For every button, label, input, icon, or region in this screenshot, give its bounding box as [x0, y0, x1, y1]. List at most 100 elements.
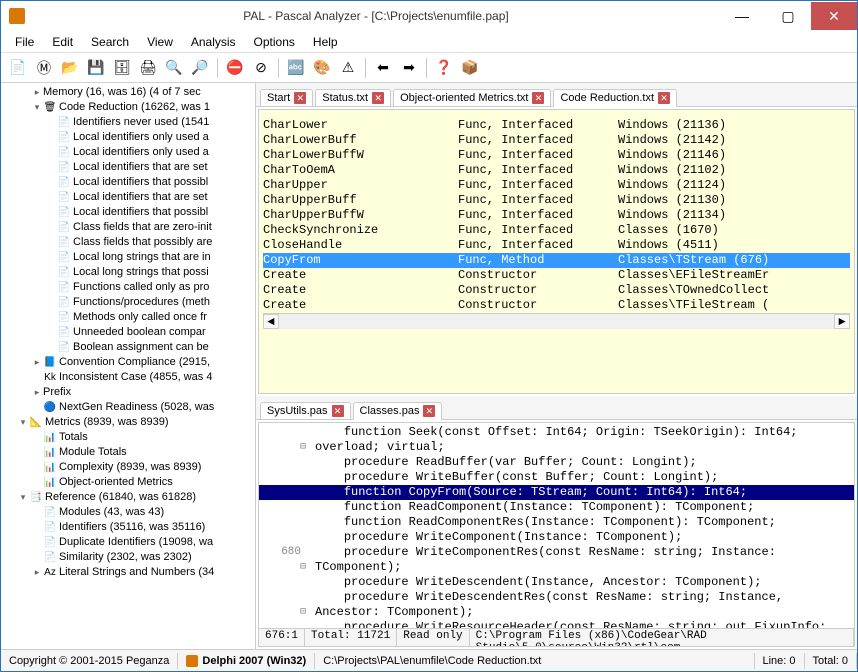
report-row[interactable]: CharUpperBuffWFunc, InterfacedWindows (2… [263, 208, 850, 223]
report-row[interactable]: CloseHandleFunc, InterfacedWindows (4511… [263, 238, 850, 253]
save2-icon[interactable]: 🗄 [111, 57, 133, 79]
report-row[interactable]: CharUpperFunc, InterfacedWindows (21124) [263, 178, 850, 193]
code-pane[interactable]: function Seek(const Offset: Int64; Origi… [258, 422, 855, 647]
tree-item[interactable]: 📄Local identifiers only used a [3, 130, 253, 145]
menu-options[interactable]: Options [246, 33, 303, 51]
report-row[interactable]: CharToOemAFunc, InterfacedWindows (21102… [263, 163, 850, 178]
help-icon[interactable]: ❓ [433, 57, 455, 79]
report-row[interactable]: CharLowerBuffFunc, InterfacedWindows (21… [263, 133, 850, 148]
menu-view[interactable]: View [139, 33, 181, 51]
report-row[interactable]: CreateConstructorClasses\EFileStreamEr [263, 268, 850, 283]
expander-icon[interactable]: ▾ [17, 490, 29, 505]
tab-sysutils-pas[interactable]: SysUtils.pas✕ [260, 402, 351, 419]
forward-icon[interactable]: ➡ [398, 57, 420, 79]
print-icon[interactable]: 🖨 [137, 57, 159, 79]
report-row[interactable]: CheckSynchronizeFunc, InterfacedClasses … [263, 223, 850, 238]
tree-item[interactable]: 📄Local long strings that are in [3, 250, 253, 265]
menu-edit[interactable]: Edit [44, 33, 81, 51]
menu-analysis[interactable]: Analysis [183, 33, 244, 51]
open-icon[interactable]: 📂 [59, 57, 81, 79]
report-row[interactable]: CharLowerFunc, InterfacedWindows (21136) [263, 118, 850, 133]
tree-item[interactable]: 📊Totals [3, 430, 253, 445]
code-line[interactable]: procedure WriteDescendent(Instance, Ance… [259, 575, 854, 590]
tree-item[interactable]: 📄Class fields that possibly are [3, 235, 253, 250]
find-icon[interactable]: 🔍 [163, 57, 185, 79]
tab-close-icon[interactable]: ✕ [532, 92, 544, 104]
menu-help[interactable]: Help [305, 33, 346, 51]
tree-item[interactable]: 📄Methods only called once fr [3, 310, 253, 325]
warn-icon[interactable]: ⚠ [337, 57, 359, 79]
code-line[interactable]: procedure WriteResourceHeader(const ResN… [259, 620, 854, 628]
code-line[interactable]: procedure ReadBuffer(var Buffer; Count: … [259, 455, 854, 470]
code-line[interactable]: function ReadComponentRes(Instance: TCom… [259, 515, 854, 530]
tree-item[interactable]: 📄Identifiers never used (1541 [3, 115, 253, 130]
tree-item[interactable]: 📄Duplicate Identifiers (19098, wa [3, 535, 253, 550]
palette-icon[interactable]: 🎨 [311, 57, 333, 79]
tab-close-icon[interactable]: ✕ [372, 92, 384, 104]
menu-file[interactable]: File [7, 33, 42, 51]
tree-panel[interactable]: ▸Memory (16, was 16) (4 of 7 sec▾🗑Code R… [1, 83, 256, 649]
tree-item[interactable]: 📄Unneeded boolean compar [3, 325, 253, 340]
report-row[interactable]: CharLowerBuffWFunc, InterfacedWindows (2… [263, 148, 850, 163]
fold-icon[interactable]: ⊟ [297, 560, 309, 575]
tree-item[interactable]: 🔵NextGen Readiness (5028, was [3, 400, 253, 415]
expander-icon[interactable]: ▾ [17, 415, 29, 430]
code-line[interactable]: ⊟overload; virtual; [259, 440, 854, 455]
tree-item[interactable]: 📄Local identifiers that are set [3, 160, 253, 175]
code-line[interactable]: ⊟Ancestor: TComponent); [259, 605, 854, 620]
tree-item[interactable]: 📊Module Totals [3, 445, 253, 460]
find2-icon[interactable]: 🔎 [189, 57, 211, 79]
code-line[interactable]: function Seek(const Offset: Int64; Origi… [259, 425, 854, 440]
toggle-icon[interactable]: 🔤 [285, 57, 307, 79]
stop2-icon[interactable]: ⊘ [250, 57, 272, 79]
save-icon[interactable]: 💾 [85, 57, 107, 79]
tree-item[interactable]: 📄Local identifiers that possibl [3, 205, 253, 220]
code-line[interactable]: function CopyFrom(Source: TStream; Count… [259, 485, 854, 500]
menu-search[interactable]: Search [83, 33, 137, 51]
open-m-icon[interactable]: Ⓜ [33, 57, 55, 79]
tree-item[interactable]: 📄Local long strings that possi [3, 265, 253, 280]
tab-status-txt[interactable]: Status.txt✕ [315, 89, 391, 106]
tree-item[interactable]: ▾📐Metrics (8939, was 8939) [3, 415, 253, 430]
tree-item[interactable]: 📄Local identifiers that are set [3, 190, 253, 205]
fold-icon[interactable]: ⊟ [297, 440, 309, 455]
tree-item[interactable]: 📄Local identifiers that possibl [3, 175, 253, 190]
scroll-left-icon[interactable]: ◄ [263, 314, 279, 329]
report-row[interactable]: CopyFromFunc, MethodClasses\TStream (676… [263, 253, 850, 268]
fold-icon[interactable]: ⊟ [297, 605, 309, 620]
close-button[interactable]: ✕ [811, 2, 857, 30]
code-line[interactable]: procedure WriteDescendentRes(const ResNa… [259, 590, 854, 605]
tab-close-icon[interactable]: ✕ [294, 92, 306, 104]
tree-item[interactable]: 📄Identifiers (35116, was 35116) [3, 520, 253, 535]
tab-code-reduction-txt[interactable]: Code Reduction.txt✕ [553, 89, 677, 107]
expander-icon[interactable]: ▸ [31, 85, 43, 100]
tree-item[interactable]: ▾🗑Code Reduction (16262, was 1 [3, 100, 253, 115]
tree-item[interactable]: 📄Similarity (2302, was 2302) [3, 550, 253, 565]
code-line[interactable]: 680 procedure WriteComponentRes(const Re… [259, 545, 854, 560]
tree-item[interactable]: 📄Class fields that are zero-init [3, 220, 253, 235]
code-line[interactable]: function ReadComponent(Instance: TCompon… [259, 500, 854, 515]
code-line[interactable]: procedure WriteBuffer(const Buffer; Coun… [259, 470, 854, 485]
tree-item[interactable]: ▸Memory (16, was 16) (4 of 7 sec [3, 85, 253, 100]
code-line[interactable]: procedure WriteComponent(Instance: TComp… [259, 530, 854, 545]
tab-close-icon[interactable]: ✕ [658, 92, 670, 104]
new-icon[interactable]: 📄 [7, 57, 29, 79]
tree-item[interactable]: 📊Complexity (8939, was 8939) [3, 460, 253, 475]
tree-item[interactable]: ▸📘Convention Compliance (2915, [3, 355, 253, 370]
expander-icon[interactable]: ▸ [31, 565, 43, 580]
report-row[interactable]: CreateConstructorClasses\TFileStream ( [263, 298, 850, 313]
report-pane[interactable]: CharLowerFunc, InterfacedWindows (21136)… [258, 109, 855, 394]
report-row[interactable]: CharUpperBuffFunc, InterfacedWindows (21… [263, 193, 850, 208]
tab-object-oriented-metrics-txt[interactable]: Object-oriented Metrics.txt✕ [393, 89, 551, 106]
stop-icon[interactable]: ⛔ [224, 57, 246, 79]
tree-item[interactable]: 📄Functions/procedures (meth [3, 295, 253, 310]
maximize-button[interactable]: ▢ [765, 2, 811, 30]
minimize-button[interactable]: — [719, 2, 765, 30]
code-line[interactable]: ⊟TComponent); [259, 560, 854, 575]
tree-item[interactable]: 📊Object-oriented Metrics [3, 475, 253, 490]
expander-icon[interactable]: ▾ [31, 100, 43, 115]
tree-item[interactable]: 📄Modules (43, was 43) [3, 505, 253, 520]
tree-item[interactable]: ▸AzLiteral Strings and Numbers (34 [3, 565, 253, 580]
tree-item[interactable]: KkInconsistent Case (4855, was 4 [3, 370, 253, 385]
tree-item[interactable]: ▾📑Reference (61840, was 61828) [3, 490, 253, 505]
